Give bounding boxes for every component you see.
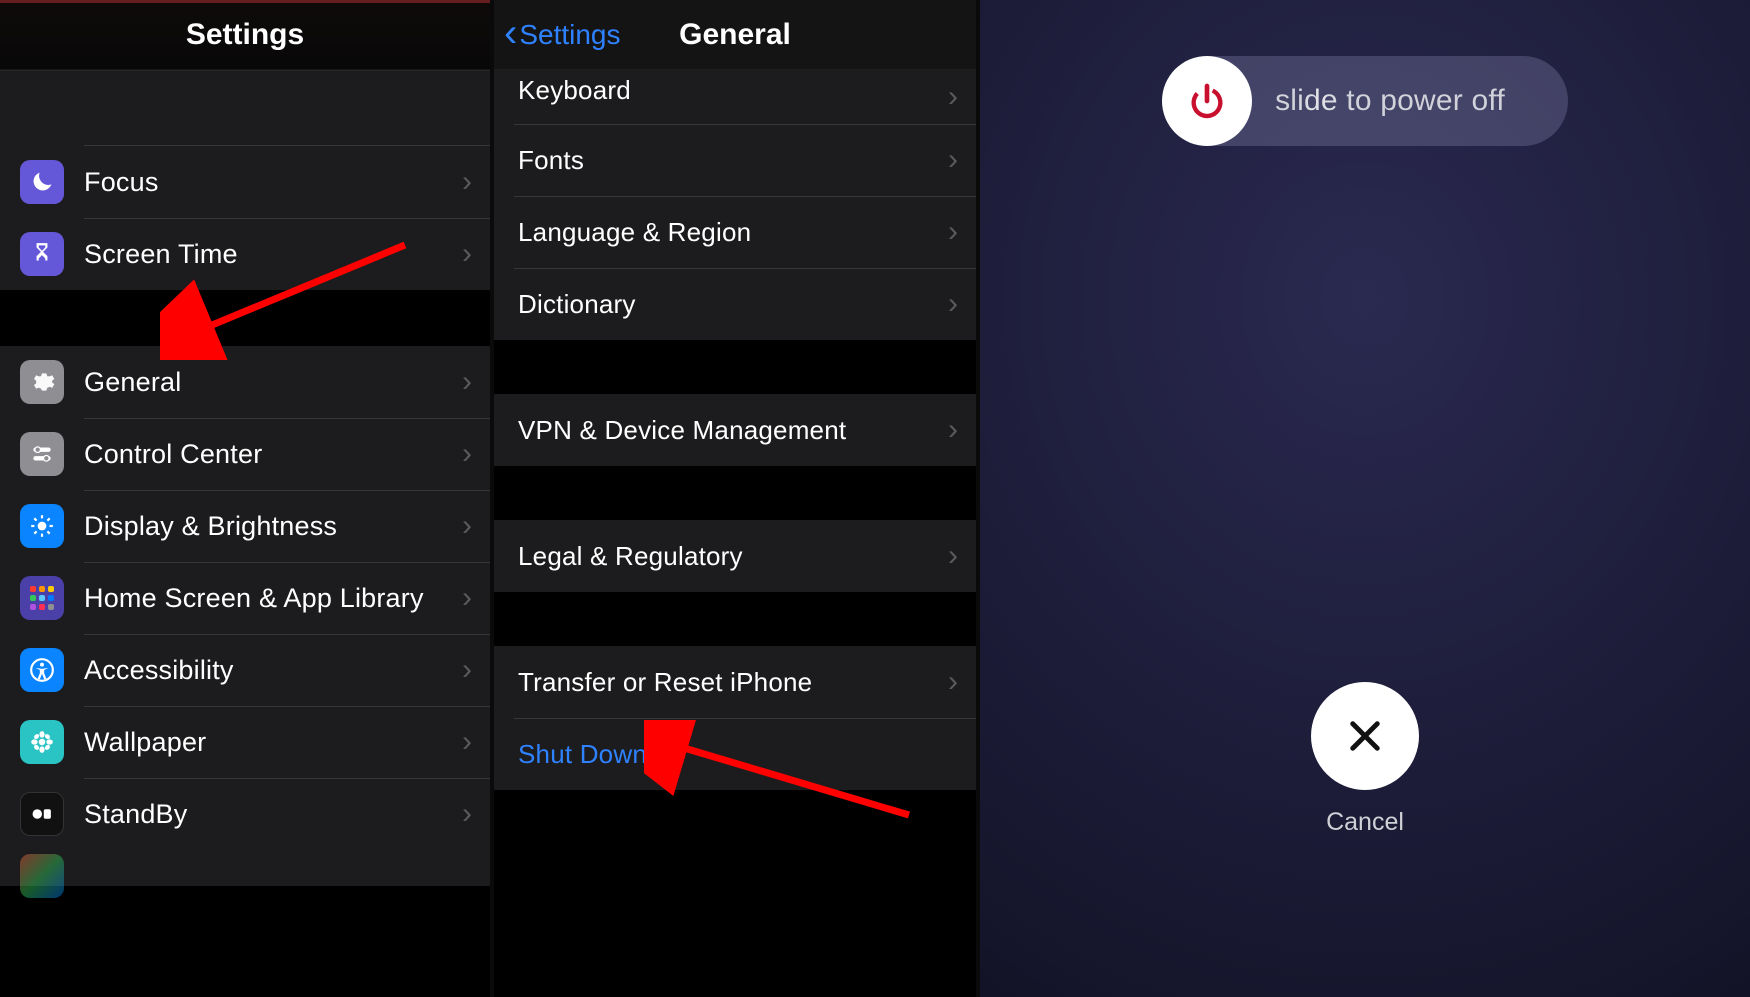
slide-to-power-off-text: slide to power off	[1275, 84, 1505, 117]
close-icon	[1344, 715, 1386, 757]
row-label: Language & Region	[518, 217, 948, 248]
row-label: Shut Down	[518, 739, 948, 770]
row-label: Transfer or Reset iPhone	[518, 667, 948, 698]
settings-row-focus[interactable]: Focus ›	[0, 146, 490, 218]
accent-line	[0, 0, 490, 3]
row-label: StandBy	[84, 799, 462, 830]
chevron-right-icon: ›	[462, 583, 472, 613]
siri-icon	[20, 854, 64, 898]
row-label: Display & Brightness	[84, 511, 462, 542]
chevron-right-icon: ›	[462, 239, 472, 269]
standby-icon	[20, 792, 64, 836]
row-label: Legal & Regulatory	[518, 541, 948, 572]
general-row-shut-down[interactable]: Shut Down ›	[494, 718, 976, 790]
chevron-right-icon: ›	[462, 439, 472, 469]
general-group-b: VPN & Device Management ›	[494, 394, 976, 466]
section-gap	[494, 340, 976, 394]
row-label: Home Screen & App Library	[84, 583, 462, 614]
general-row-keyboard[interactable]: Keyboard ›	[494, 70, 976, 124]
settings-list-group-2: General › Control Center › Display & Bri…	[0, 346, 490, 850]
partial-row	[0, 70, 490, 146]
general-row-fonts[interactable]: Fonts ›	[494, 124, 976, 196]
chevron-right-icon: ›	[462, 167, 472, 197]
settings-row-screen-time[interactable]: Screen Time ›	[0, 218, 490, 290]
chevron-right-icon: ›	[948, 217, 958, 247]
back-button[interactable]: ‹ Settings	[504, 0, 621, 69]
chevron-right-icon: ›	[462, 655, 472, 685]
chevron-right-icon: ›	[948, 667, 958, 697]
row-label: Keyboard	[518, 75, 948, 106]
settings-row-home-screen[interactable]: Home Screen & App Library ›	[0, 562, 490, 634]
general-row-dictionary[interactable]: Dictionary ›	[494, 268, 976, 340]
row-label: Focus	[84, 167, 462, 198]
sun-icon	[20, 504, 64, 548]
chevron-right-icon: ›	[462, 511, 472, 541]
settings-row-control-center[interactable]: Control Center ›	[0, 418, 490, 490]
general-group-d: Transfer or Reset iPhone › Shut Down ›	[494, 646, 976, 790]
moon-icon	[20, 160, 64, 204]
general-row-transfer-reset[interactable]: Transfer or Reset iPhone ›	[494, 646, 976, 718]
back-label: Settings	[519, 19, 620, 51]
general-row-legal[interactable]: Legal & Regulatory ›	[494, 520, 976, 592]
general-settings-panel: ‹ Settings General Keyboard › Fonts › La…	[490, 0, 980, 997]
power-off-slider[interactable]: slide to power off	[1162, 56, 1568, 146]
cancel-label: Cancel	[1311, 808, 1419, 837]
row-label: General	[84, 367, 462, 398]
power-off-panel: slide to power off Cancel	[980, 0, 1750, 997]
section-gap	[0, 290, 490, 346]
cancel-group: Cancel	[1311, 682, 1419, 837]
nav-title: Settings	[186, 18, 304, 52]
nav-bar: Settings	[0, 0, 490, 70]
section-gap	[494, 592, 976, 646]
settings-row-general[interactable]: General ›	[0, 346, 490, 418]
general-row-language-region[interactable]: Language & Region ›	[494, 196, 976, 268]
partial-row-bottom	[0, 850, 490, 886]
chevron-right-icon: ›	[948, 145, 958, 175]
chevron-right-icon: ›	[948, 289, 958, 319]
row-label: Screen Time	[84, 239, 462, 270]
toggles-icon	[20, 432, 64, 476]
power-slider-knob[interactable]	[1162, 56, 1252, 146]
row-label: Wallpaper	[84, 727, 462, 758]
gear-icon	[20, 360, 64, 404]
settings-row-display[interactable]: Display & Brightness ›	[0, 490, 490, 562]
settings-row-standby[interactable]: StandBy ›	[0, 778, 490, 850]
general-row-vpn[interactable]: VPN & Device Management ›	[494, 394, 976, 466]
chevron-right-icon: ›	[462, 367, 472, 397]
row-label: Control Center	[84, 439, 462, 470]
hourglass-icon	[20, 232, 64, 276]
chevron-right-icon: ›	[948, 82, 958, 112]
settings-row-wallpaper[interactable]: Wallpaper ›	[0, 706, 490, 778]
settings-list-group-1: Focus › Screen Time ›	[0, 146, 490, 290]
row-label: Accessibility	[84, 655, 462, 686]
section-gap	[494, 466, 976, 520]
nav-title: General	[679, 18, 791, 52]
nav-bar: ‹ Settings General	[494, 0, 976, 70]
accessibility-icon	[20, 648, 64, 692]
chevron-right-icon: ›	[948, 415, 958, 445]
app-grid-icon	[20, 576, 64, 620]
chevron-right-icon: ›	[948, 541, 958, 571]
chevron-right-icon: ›	[462, 727, 472, 757]
flower-icon	[20, 720, 64, 764]
power-icon	[1187, 81, 1227, 121]
row-label: VPN & Device Management	[518, 415, 948, 446]
settings-root-panel: Settings Focus › Screen Time ›	[0, 0, 490, 997]
settings-row-accessibility[interactable]: Accessibility ›	[0, 634, 490, 706]
cancel-button[interactable]	[1311, 682, 1419, 790]
row-label: Fonts	[518, 145, 948, 176]
row-label: Dictionary	[518, 289, 948, 320]
general-group-c: Legal & Regulatory ›	[494, 520, 976, 592]
general-group-a: Keyboard › Fonts › Language & Region › D…	[494, 70, 976, 340]
chevron-right-icon: ›	[462, 799, 472, 829]
